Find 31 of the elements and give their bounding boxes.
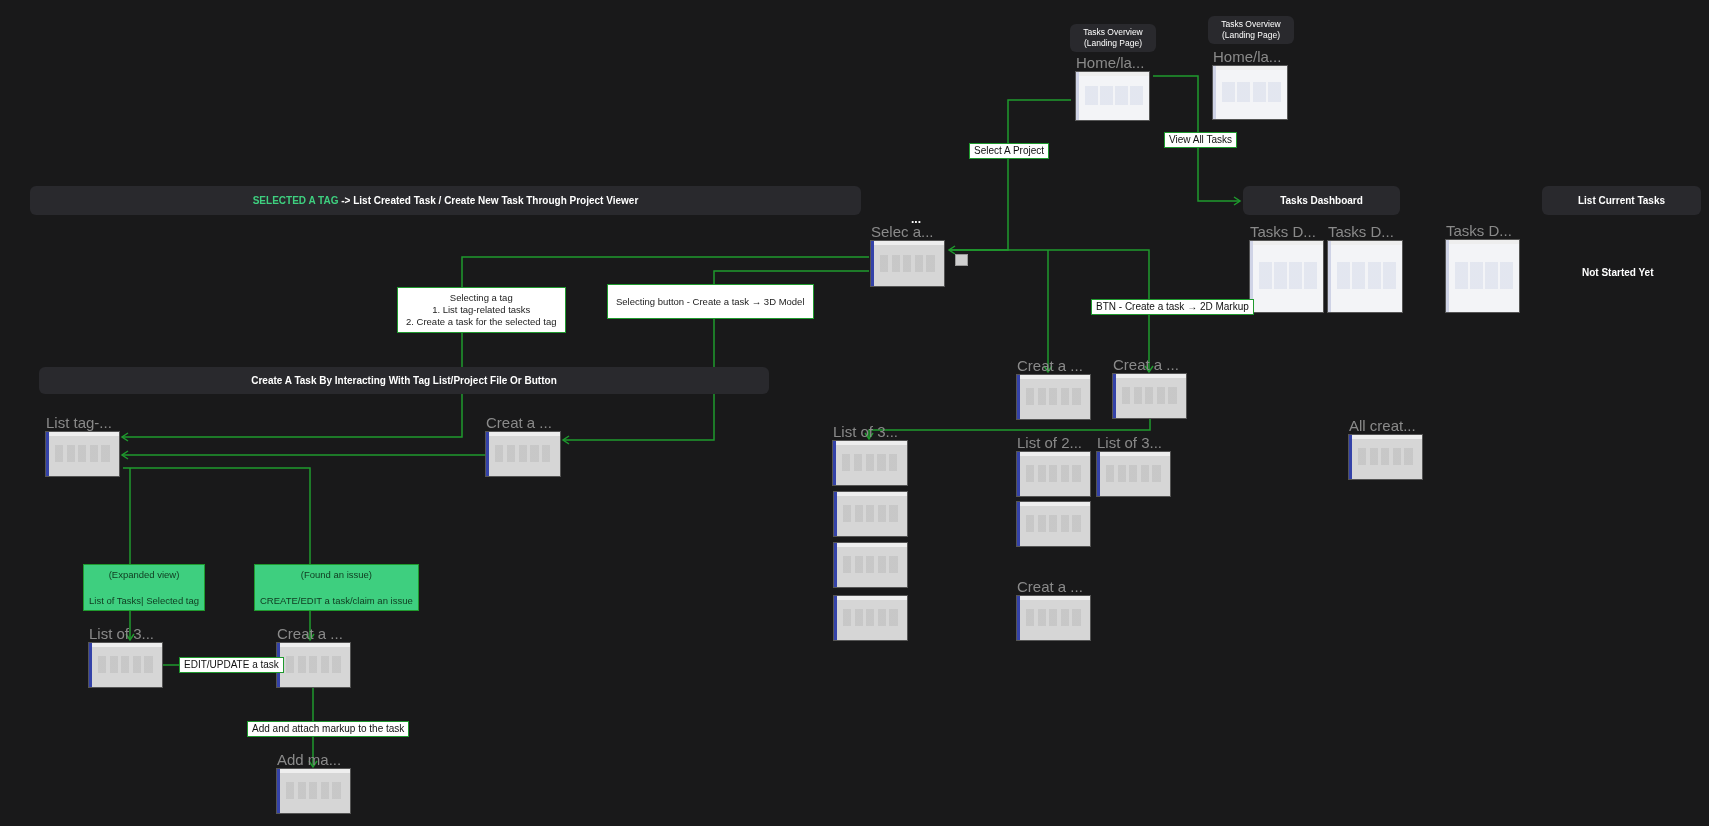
frame-label: Home/la...	[1076, 54, 1145, 71]
section-header: Tasks Overview (Landing Page)	[1070, 24, 1156, 52]
frame-label: Tasks D...	[1250, 223, 1316, 240]
frame-label: List tag-...	[46, 414, 112, 431]
annotation-note: (Expanded view) List of Tasks| Selected tag	[83, 564, 206, 611]
frame-label: All creat...	[1349, 417, 1416, 434]
annotation-note: (Found an issue) CREATE/EDIT a task/claim an issue	[254, 564, 419, 611]
frame-label: Tasks D...	[1446, 222, 1512, 239]
frame-label: List of 2...	[1017, 434, 1083, 451]
flow-label: Select A Project	[969, 143, 1050, 159]
frame-label: Tasks D...	[1328, 223, 1394, 240]
flow-label: EDIT/UPDATE a task	[179, 657, 284, 673]
flow-label: BTN - Create a task → 2D Markup	[1091, 299, 1254, 315]
frame-label: Home/la...	[1213, 48, 1282, 65]
frame-label: List of 3...	[89, 625, 155, 642]
frame-label: Creat a ...	[1017, 578, 1083, 595]
flow-label: View All Tasks	[1164, 132, 1237, 148]
overflow-dots: ...	[911, 214, 921, 224]
status-text: Not Started Yet	[1582, 266, 1654, 280]
frame-label: Creat a ...	[486, 414, 552, 431]
section-header: Tasks Overview (Landing Page)	[1208, 16, 1294, 44]
flow-label: Add and attach markup to the task	[247, 721, 410, 737]
annotation-note: Selecting a tag 1. List tag-related tasks 2. Create a task for the selected tag	[397, 287, 566, 333]
frame-label: List of 3...	[1097, 434, 1163, 451]
section-header: Tasks Dashboard	[1243, 186, 1400, 215]
section-header: SELECTED A TAG -> List Created Task / Create New Task Through Project Viewer	[30, 186, 861, 215]
section-header: List Current Tasks	[1542, 186, 1701, 215]
frame-label: Selec a...	[871, 223, 934, 240]
mini-frame	[955, 254, 968, 266]
annotation-note: Selecting button - Create a task → 3D Model	[607, 284, 814, 319]
section-header: Create A Task By Interacting With Tag List/Project File Or Button	[39, 367, 769, 394]
